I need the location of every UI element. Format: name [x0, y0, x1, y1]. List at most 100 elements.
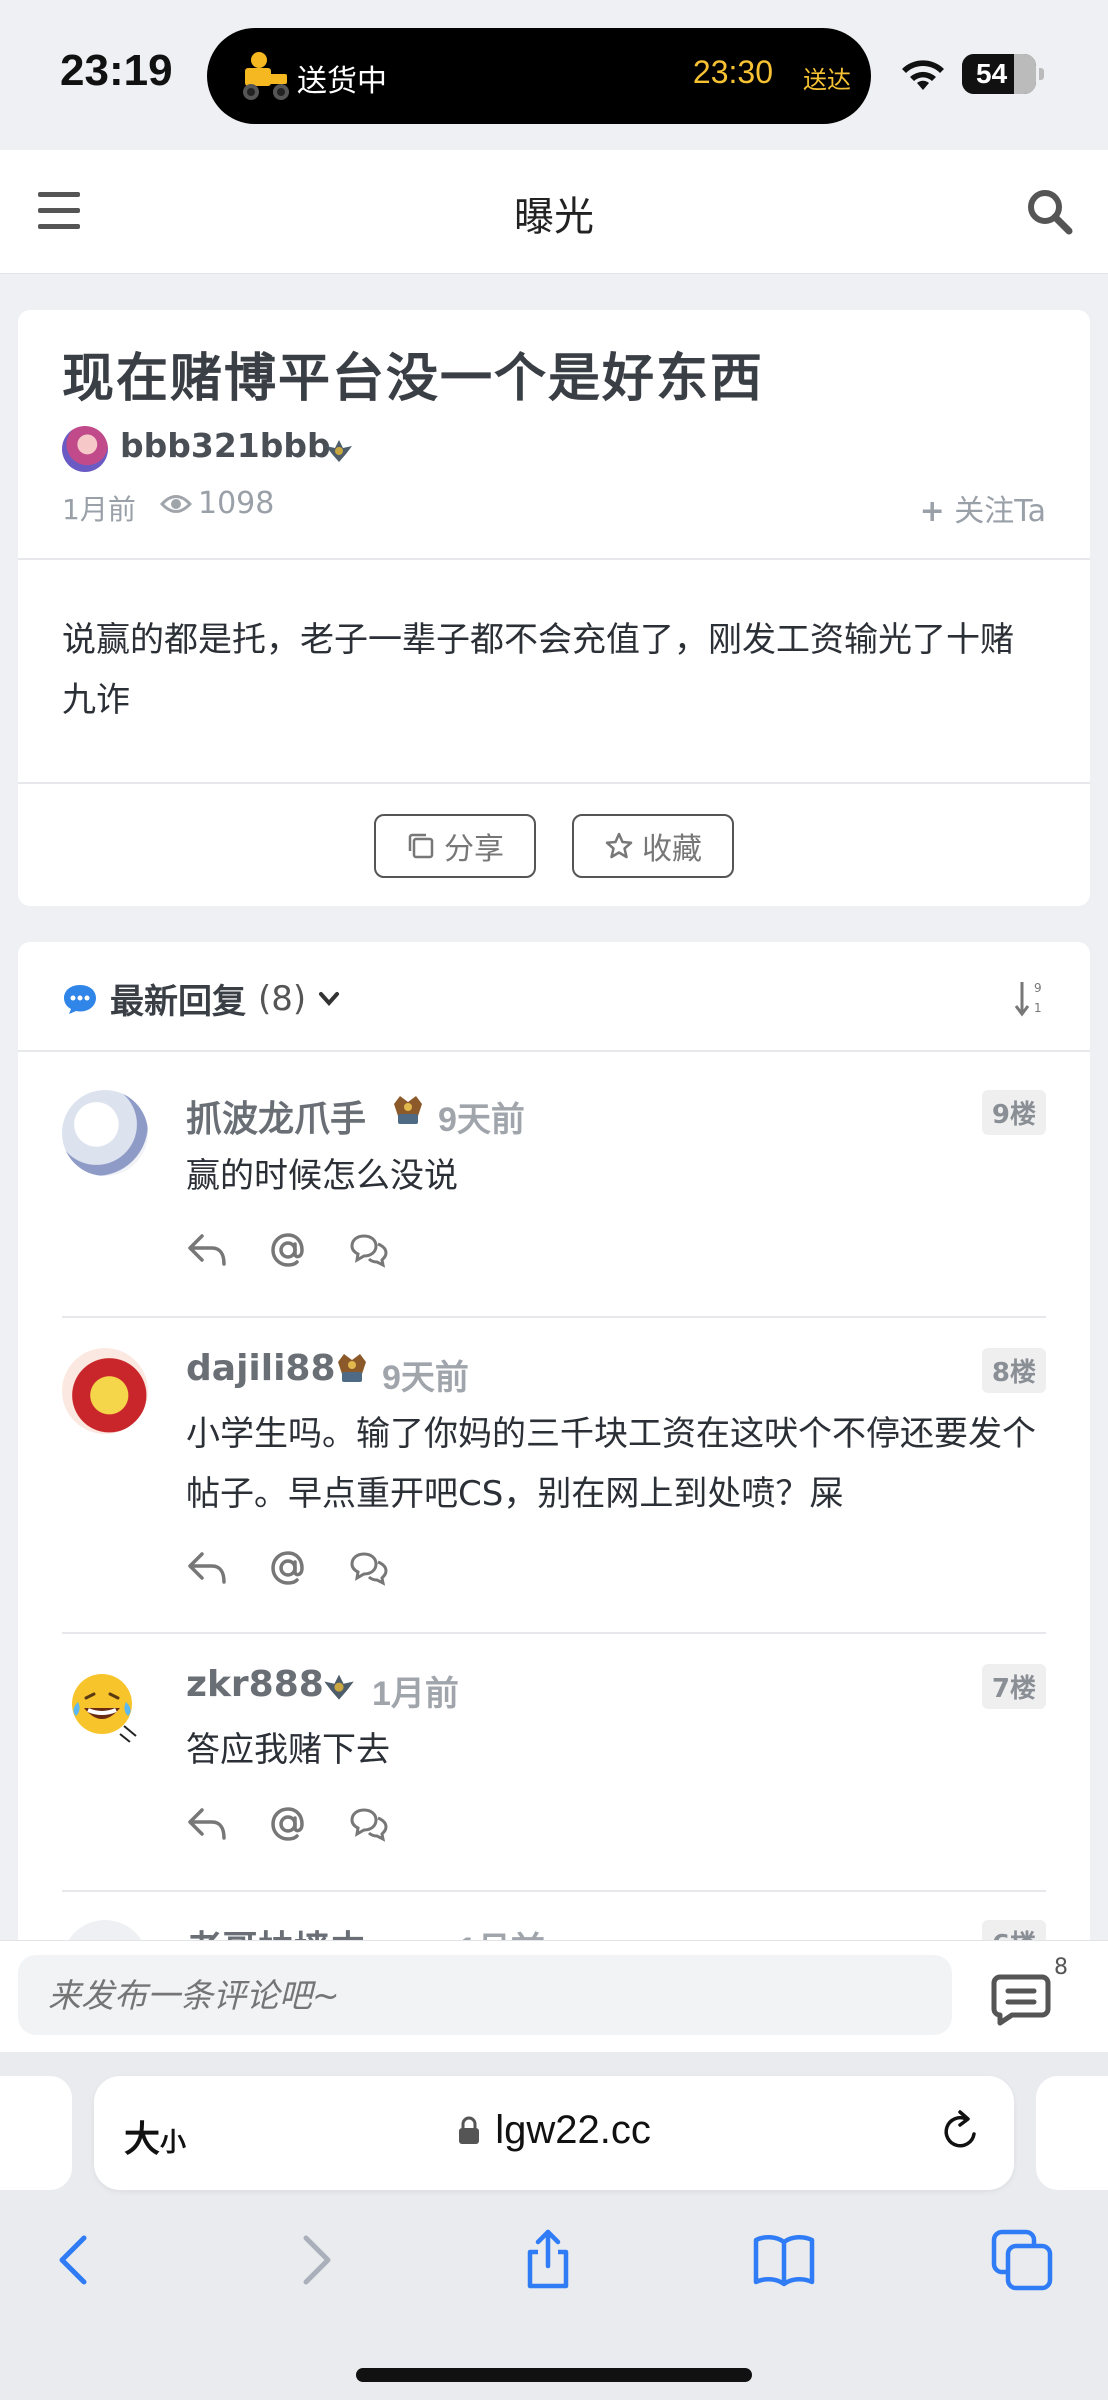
next-tab-preview[interactable] — [1036, 2076, 1108, 2190]
status-bar: 23:19 送货中 23:30 送达 54 — [0, 0, 1108, 150]
floor-badge: 6楼 — [981, 1920, 1046, 1942]
reply-time: 1月前 — [372, 1675, 459, 1713]
reply-text: 小学生吗。输了你妈的三千块工资在这吠个不停还要发个帖子。早点重开吧CS，别在网上… — [186, 1414, 1036, 1514]
replies-heading: 最新回复 — [110, 982, 246, 1022]
follow-label: 关注Ta — [954, 494, 1046, 529]
reply-icon[interactable] — [186, 1804, 230, 1844]
search-icon[interactable] — [1024, 186, 1074, 236]
reply-actions — [186, 1548, 390, 1588]
reply-author[interactable]: 抓波龙爪手 — [186, 1090, 366, 1142]
browser-nav-row — [0, 2228, 1108, 2318]
post-card: 现在赌博平台没一个是好东西 bbb321bbb 1月前 1098 + 关注Ta … — [18, 310, 1090, 906]
address-bar[interactable]: 大小 lgw22.cc — [94, 2076, 1014, 2190]
laughing-crying-icon — [72, 1674, 137, 1743]
floor-badge: 8楼 — [981, 1348, 1046, 1393]
replies-section: 最新回复 (8) 9 1 抓波龙爪手 9天前 9楼 赢的时候怎么没说 dajil… — [18, 942, 1090, 1942]
reload-icon[interactable] — [936, 2108, 984, 2156]
previous-tab-preview[interactable] — [0, 2076, 72, 2190]
comment-list-icon[interactable] — [990, 1971, 1052, 2027]
share-label: 分享 — [444, 832, 504, 867]
browser-toolbar: 大小 lgw22.cc — [0, 2052, 1108, 2400]
comment-count-badge: 8 — [1054, 1955, 1068, 1980]
reply-author[interactable]: zkr888 — [186, 1664, 324, 1705]
sort-order-icon[interactable]: 9 1 — [1014, 978, 1046, 1018]
follow-button[interactable]: + 关注Ta — [920, 486, 1046, 530]
reply-text: 答应我赌下去 — [186, 1730, 390, 1770]
star-icon — [605, 832, 633, 859]
wifi-icon — [902, 60, 944, 90]
post-title: 现在赌博平台没一个是好东西 — [62, 349, 765, 409]
url-text: lgw22.cc — [495, 2108, 651, 2152]
page-title: 曝光 — [514, 194, 594, 240]
comments-icon[interactable] — [346, 1804, 390, 1844]
reply-author[interactable]: dajili88 — [186, 1348, 336, 1389]
floor-badge: 7楼 — [981, 1664, 1046, 1709]
level-badge-icon — [324, 1674, 354, 1700]
back-icon[interactable] — [44, 2228, 108, 2292]
tabs-icon[interactable] — [990, 2228, 1054, 2292]
comments-icon[interactable] — [346, 1548, 390, 1588]
reply-actions — [186, 1230, 390, 1270]
reply-time: 9天前 — [382, 1359, 469, 1397]
url-display: lgw22.cc — [94, 2108, 1014, 2153]
app-header: 曝光 — [0, 150, 1108, 274]
svg-text:9: 9 — [1034, 981, 1042, 995]
share-icon[interactable] — [516, 2228, 580, 2292]
reply-text: 赢的时候怎么没说 — [186, 1156, 458, 1196]
home-indicator[interactable] — [356, 2368, 752, 2382]
post-time: 1月前 — [62, 493, 136, 526]
bookmarks-icon[interactable] — [752, 2228, 816, 2292]
divider — [18, 782, 1090, 784]
reply-icon[interactable] — [186, 1548, 230, 1588]
reply-actions — [186, 1804, 390, 1844]
user-avatar[interactable] — [62, 1090, 148, 1176]
chat-bubble-icon — [64, 984, 96, 1014]
comment-input[interactable] — [18, 1955, 952, 2035]
reply-time: 9天前 — [438, 1101, 525, 1139]
replies-header[interactable]: 最新回复 (8) — [62, 974, 340, 1023]
floor-badge: 9楼 — [981, 1090, 1046, 1135]
battery-level: 54 — [976, 58, 1008, 89]
battery-icon: 54 — [962, 54, 1044, 94]
post-body: 说赢的都是托，老子一辈子都不会充值了，刚发工资输光了十赌九诈 — [62, 620, 1014, 720]
view-count: 1098 — [160, 486, 274, 521]
delivery-eta-suffix: 送达 — [803, 66, 851, 94]
divider — [62, 1316, 1046, 1318]
mention-icon[interactable] — [266, 1230, 310, 1270]
copy-icon — [408, 833, 434, 859]
delivery-eta-time: 23:30 — [692, 54, 773, 90]
user-avatar[interactable] — [62, 1920, 148, 1942]
laughing-emoji-avatar[interactable] — [62, 1664, 148, 1750]
divider — [18, 558, 1090, 560]
level-badge-icon — [326, 440, 352, 462]
level-badge-icon — [338, 1354, 366, 1382]
plus-icon: + — [919, 494, 945, 529]
delivery-rider-icon — [243, 52, 289, 100]
author-name[interactable]: bbb321bbb — [120, 426, 331, 465]
lock-icon — [459, 2116, 480, 2144]
user-avatar[interactable] — [62, 1348, 148, 1434]
divider — [62, 1632, 1046, 1634]
author-avatar[interactable] — [62, 426, 108, 472]
mention-icon[interactable] — [266, 1548, 310, 1588]
divider — [18, 1050, 1090, 1052]
favorite-label: 收藏 — [642, 832, 702, 867]
replies-count: (8) — [258, 978, 307, 1019]
chevron-down-icon — [319, 991, 340, 1006]
svg-text:1: 1 — [1034, 1001, 1042, 1015]
mention-icon[interactable] — [266, 1804, 310, 1844]
status-time: 23:19 — [60, 46, 173, 95]
level-badge-icon — [394, 1096, 422, 1124]
comment-bar: 8 — [0, 1940, 1108, 2052]
favorite-button[interactable]: 收藏 — [572, 814, 734, 878]
view-count-value: 1098 — [198, 486, 275, 521]
reply-time: 1月前 — [458, 1922, 545, 1942]
dynamic-island-delivery[interactable]: 送货中 23:30 送达 — [207, 28, 871, 124]
divider — [62, 1890, 1046, 1892]
delivery-status-label: 送货中 — [297, 64, 387, 99]
share-button[interactable]: 分享 — [374, 814, 536, 878]
reply-author[interactable]: 老哥扶墙中 — [186, 1920, 366, 1942]
reply-icon[interactable] — [186, 1230, 230, 1270]
comments-icon[interactable] — [346, 1230, 390, 1270]
forward-icon[interactable] — [282, 2228, 346, 2292]
